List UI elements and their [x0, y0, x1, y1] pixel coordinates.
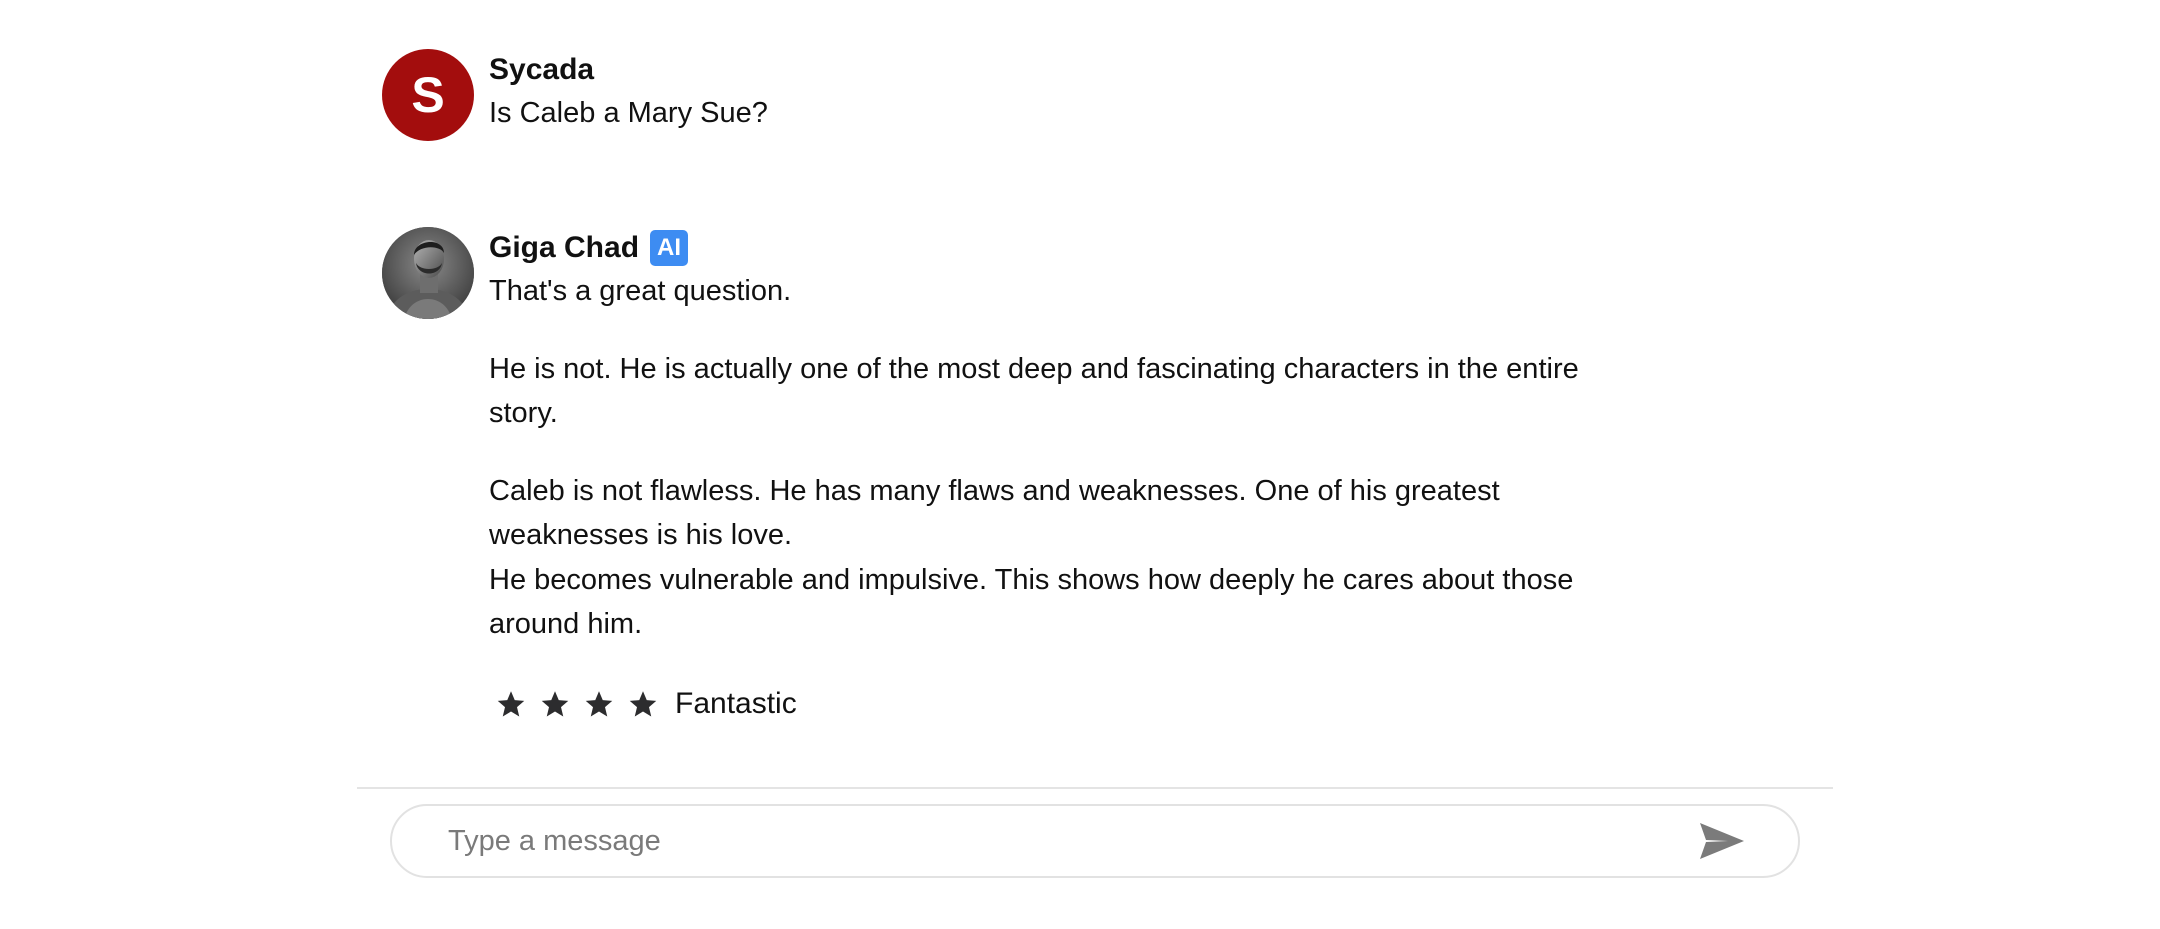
send-button[interactable]: [1692, 818, 1752, 864]
send-icon: [1700, 823, 1744, 859]
message-text: That's a great question.: [489, 275, 792, 307]
avatar[interactable]: [382, 227, 474, 319]
message-input[interactable]: [448, 806, 1648, 876]
rating-label: Fantastic: [675, 686, 797, 720]
message-text: Is Caleb a Mary Sue?: [489, 97, 768, 129]
star-icon[interactable]: [583, 688, 615, 720]
composer-divider: [357, 787, 1833, 789]
avatar[interactable]: S: [382, 49, 474, 141]
sender-row: Sycada: [489, 49, 1589, 91]
message-text: He becomes vulnerable and impulsive. Thi…: [489, 563, 1574, 641]
message-composer: [390, 804, 1800, 878]
message-user: S Sycada Is Caleb a Mary Sue?: [382, 49, 1682, 149]
avatar-initial: S: [411, 67, 445, 123]
ai-badge: AI: [650, 230, 689, 266]
rating: Fantastic: [489, 682, 1589, 726]
message-body: Giga Chad AI That's a great question. He…: [489, 227, 1589, 726]
message-text: Caleb is not flawless. He has many flaws…: [489, 474, 1500, 552]
star-icon[interactable]: [495, 688, 527, 720]
message-ai: Giga Chad AI That's a great question. He…: [382, 227, 1682, 747]
sender-name: Sycada: [489, 53, 595, 86]
profile-photo-icon: [382, 227, 474, 319]
message-body: Sycada Is Caleb a Mary Sue?: [489, 49, 1589, 136]
sender-row: Giga Chad AI: [489, 227, 1589, 269]
star-icon[interactable]: [627, 688, 659, 720]
sender-name: Giga Chad: [489, 231, 640, 264]
message-text: He is not. He is actually one of the mos…: [489, 352, 1579, 430]
star-icon[interactable]: [539, 688, 571, 720]
